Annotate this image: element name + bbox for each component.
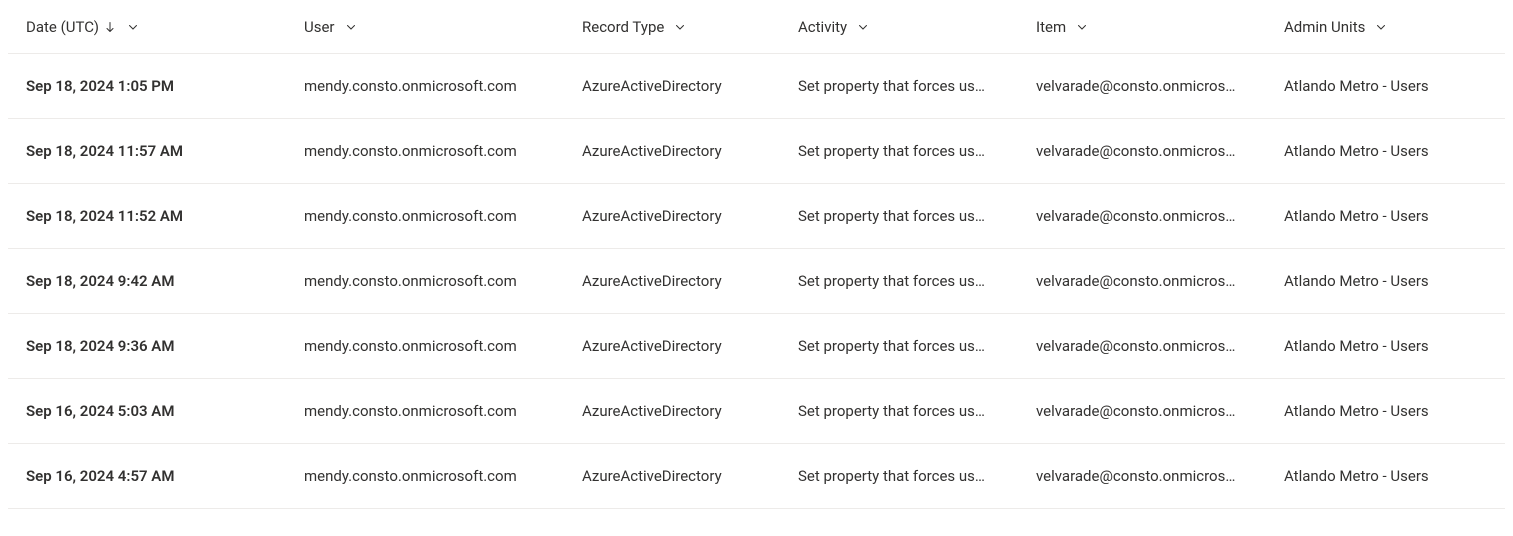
cell-admin-units: Atlando Metro - Users bbox=[1284, 337, 1487, 355]
cell-item: velvarade@consto.onmicros… bbox=[1036, 142, 1284, 160]
chevron-down-icon[interactable] bbox=[855, 19, 871, 35]
cell-item: velvarade@consto.onmicros… bbox=[1036, 402, 1284, 420]
chevron-down-icon[interactable] bbox=[343, 19, 359, 35]
audit-log-table: Date (UTC) User Record Type Activity bbox=[8, 0, 1505, 509]
cell-item: velvarade@consto.onmicros… bbox=[1036, 77, 1284, 95]
cell-admin-units: Atlando Metro - Users bbox=[1284, 207, 1487, 225]
table-row[interactable]: Sep 18, 2024 11:57 AMmendy.consto.onmicr… bbox=[8, 119, 1505, 184]
column-header-admin-units[interactable]: Admin Units bbox=[1284, 18, 1487, 36]
cell-activity: Set property that forces us… bbox=[798, 77, 1036, 95]
cell-item: velvarade@consto.onmicros… bbox=[1036, 272, 1284, 290]
table-row[interactable]: Sep 18, 2024 11:52 AMmendy.consto.onmicr… bbox=[8, 184, 1505, 249]
column-header-record-type[interactable]: Record Type bbox=[582, 18, 798, 36]
cell-user: mendy.consto.onmicrosoft.com bbox=[304, 467, 582, 485]
chevron-down-icon[interactable] bbox=[672, 19, 688, 35]
cell-record-type: AzureActiveDirectory bbox=[582, 337, 798, 355]
cell-activity: Set property that forces us… bbox=[798, 207, 1036, 225]
column-label: Admin Units bbox=[1284, 18, 1365, 36]
table-row[interactable]: Sep 16, 2024 4:57 AMmendy.consto.onmicro… bbox=[8, 444, 1505, 509]
cell-record-type: AzureActiveDirectory bbox=[582, 142, 798, 160]
chevron-down-icon[interactable] bbox=[125, 19, 141, 35]
cell-record-type: AzureActiveDirectory bbox=[582, 207, 798, 225]
cell-date: Sep 16, 2024 5:03 AM bbox=[26, 402, 304, 420]
cell-user: mendy.consto.onmicrosoft.com bbox=[304, 77, 582, 95]
cell-admin-units: Atlando Metro - Users bbox=[1284, 467, 1487, 485]
table-row[interactable]: Sep 16, 2024 5:03 AMmendy.consto.onmicro… bbox=[8, 379, 1505, 444]
table-row[interactable]: Sep 18, 2024 9:42 AMmendy.consto.onmicro… bbox=[8, 249, 1505, 314]
cell-user: mendy.consto.onmicrosoft.com bbox=[304, 402, 582, 420]
column-header-activity[interactable]: Activity bbox=[798, 18, 1036, 36]
column-label: Record Type bbox=[582, 18, 664, 36]
cell-item: velvarade@consto.onmicros… bbox=[1036, 207, 1284, 225]
cell-date: Sep 18, 2024 9:42 AM bbox=[26, 272, 304, 290]
cell-admin-units: Atlando Metro - Users bbox=[1284, 142, 1487, 160]
chevron-down-icon[interactable] bbox=[1074, 19, 1090, 35]
column-label: Date (UTC) bbox=[26, 18, 99, 36]
cell-user: mendy.consto.onmicrosoft.com bbox=[304, 142, 582, 160]
cell-activity: Set property that forces us… bbox=[798, 467, 1036, 485]
cell-user: mendy.consto.onmicrosoft.com bbox=[304, 272, 582, 290]
cell-date: Sep 18, 2024 11:57 AM bbox=[26, 142, 304, 160]
cell-item: velvarade@consto.onmicros… bbox=[1036, 467, 1284, 485]
cell-record-type: AzureActiveDirectory bbox=[582, 272, 798, 290]
cell-date: Sep 18, 2024 9:36 AM bbox=[26, 337, 304, 355]
column-label: Activity bbox=[798, 18, 847, 36]
cell-activity: Set property that forces us… bbox=[798, 272, 1036, 290]
table-header-row: Date (UTC) User Record Type Activity bbox=[8, 0, 1505, 54]
cell-date: Sep 18, 2024 11:52 AM bbox=[26, 207, 304, 225]
cell-date: Sep 16, 2024 4:57 AM bbox=[26, 467, 304, 485]
cell-record-type: AzureActiveDirectory bbox=[582, 402, 798, 420]
column-header-user[interactable]: User bbox=[304, 18, 582, 36]
cell-item: velvarade@consto.onmicros… bbox=[1036, 337, 1284, 355]
column-label: User bbox=[304, 18, 335, 36]
cell-admin-units: Atlando Metro - Users bbox=[1284, 402, 1487, 420]
column-header-date[interactable]: Date (UTC) bbox=[26, 18, 304, 36]
table-row[interactable]: Sep 18, 2024 9:36 AMmendy.consto.onmicro… bbox=[8, 314, 1505, 379]
cell-activity: Set property that forces us… bbox=[798, 402, 1036, 420]
table-row[interactable]: Sep 18, 2024 1:05 PMmendy.consto.onmicro… bbox=[8, 54, 1505, 119]
cell-admin-units: Atlando Metro - Users bbox=[1284, 272, 1487, 290]
chevron-down-icon[interactable] bbox=[1373, 19, 1389, 35]
cell-admin-units: Atlando Metro - Users bbox=[1284, 77, 1487, 95]
column-label: Item bbox=[1036, 18, 1066, 36]
cell-user: mendy.consto.onmicrosoft.com bbox=[304, 207, 582, 225]
column-header-item[interactable]: Item bbox=[1036, 18, 1284, 36]
cell-record-type: AzureActiveDirectory bbox=[582, 467, 798, 485]
cell-user: mendy.consto.onmicrosoft.com bbox=[304, 337, 582, 355]
cell-record-type: AzureActiveDirectory bbox=[582, 77, 798, 95]
table-body: Sep 18, 2024 1:05 PMmendy.consto.onmicro… bbox=[8, 54, 1505, 509]
cell-date: Sep 18, 2024 1:05 PM bbox=[26, 77, 304, 95]
cell-activity: Set property that forces us… bbox=[798, 337, 1036, 355]
sort-descending-icon bbox=[103, 20, 117, 34]
cell-activity: Set property that forces us… bbox=[798, 142, 1036, 160]
